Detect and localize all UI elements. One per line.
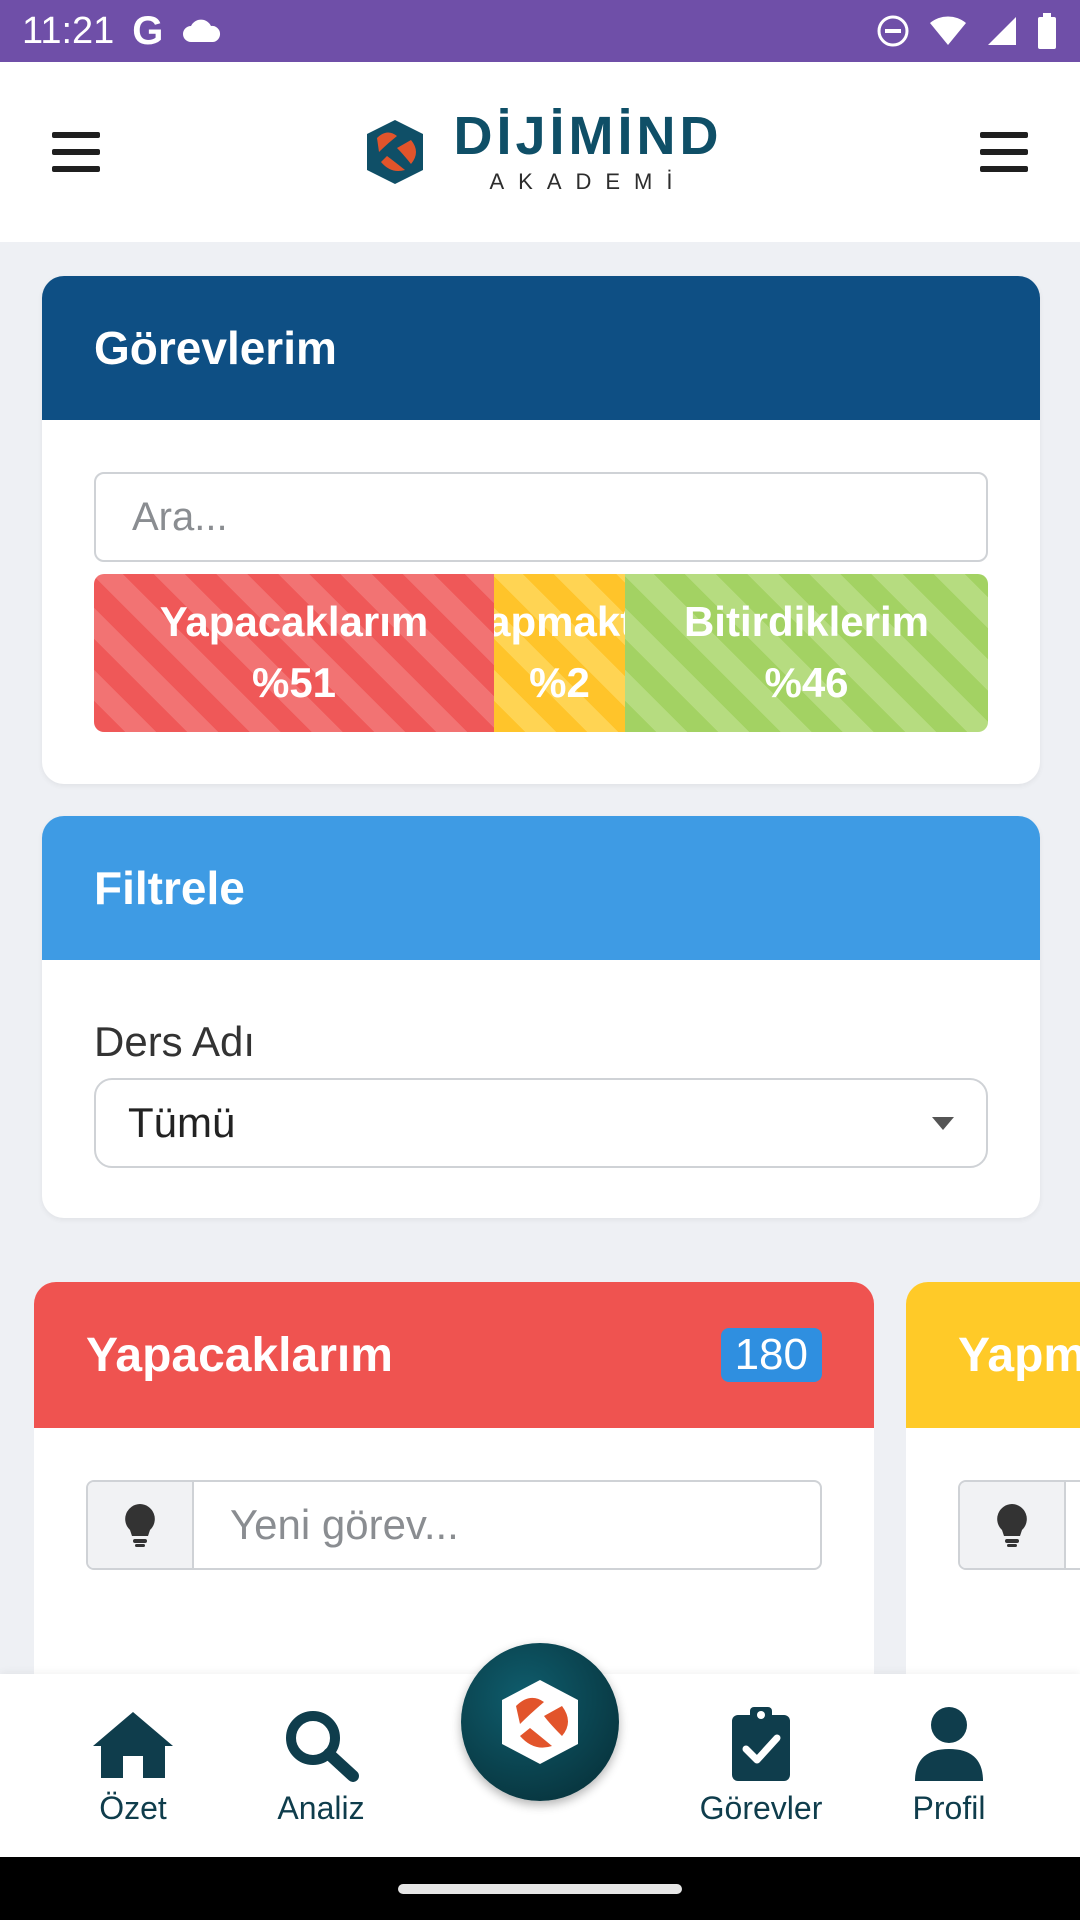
segment-percent: %51 — [251, 659, 337, 706]
nav-item-summary[interactable]: Özet — [53, 1704, 213, 1827]
tasks-card-title: Görevlerim — [42, 276, 1040, 420]
progress-segment-todo[interactable]: Yapacaklarım %51 — [94, 574, 494, 732]
segment-percent: %2 — [529, 659, 590, 706]
nav-label: Görevler — [699, 1790, 823, 1826]
home-fab-button[interactable] — [461, 1643, 619, 1801]
todo-column-header: Yapacaklarım 180 — [34, 1282, 874, 1428]
home-gesture-pill[interactable] — [398, 1884, 682, 1894]
hamburger-icon — [52, 132, 100, 138]
new-task-field: Yeni görev... — [86, 1480, 822, 1570]
dijimind-logo-icon — [367, 120, 424, 184]
search-input[interactable] — [94, 472, 988, 562]
status-bar: 11:21 G — [0, 0, 1080, 62]
lightbulb-icon — [960, 1482, 1066, 1568]
progress-segment-done[interactable]: Bitirdiklerim %46 — [625, 574, 988, 732]
tasks-card: Görevlerim Yapacaklarım %51 Yapmakta %2 … — [42, 276, 1040, 784]
nav-item-analysis[interactable]: Analiz — [241, 1704, 401, 1827]
nav-item-profile[interactable]: Profil — [869, 1704, 1029, 1827]
doing-column-header: Yapmakta — [906, 1282, 1080, 1428]
new-task-input[interactable] — [1066, 1482, 1080, 1568]
doing-column-title: Yapmakta — [958, 1328, 1080, 1382]
battery-icon — [1038, 13, 1056, 49]
clipboard-check-icon — [716, 1704, 806, 1784]
dnd-icon — [877, 15, 909, 47]
home-icon — [88, 1704, 178, 1784]
right-menu-button[interactable] — [979, 132, 1028, 172]
user-icon — [904, 1704, 994, 1784]
new-task-input[interactable]: Yeni görev... — [194, 1482, 820, 1568]
brand-logo: DİJİMİND AKADEMİ — [357, 109, 722, 195]
cloud-icon — [183, 19, 221, 42]
course-select-value: Tümü — [128, 1099, 236, 1146]
todo-column-title: Yapacaklarım — [86, 1328, 393, 1382]
wifi-icon — [930, 16, 966, 45]
dropdown-arrow-icon — [932, 1116, 954, 1130]
app-screen: 11:21 G DİJİMİND AKADEMİ Görevlerim Ara.… — [0, 0, 1080, 1920]
nav-label: Özet — [99, 1790, 167, 1826]
segment-label: Yapmakta — [494, 598, 625, 646]
segment-label: Bitirdiklerim — [683, 598, 930, 646]
system-nav-bar — [0, 1857, 1080, 1920]
left-menu-button[interactable] — [52, 132, 100, 172]
lightbulb-icon — [88, 1482, 194, 1568]
app-bar: DİJİMİND AKADEMİ — [0, 62, 1080, 242]
hamburger-icon — [979, 132, 1028, 138]
progress-segment-doing[interactable]: Yapmakta %2 — [494, 574, 625, 732]
filter-card: Filtrele Ders Adı Tümü — [42, 816, 1040, 1218]
course-select[interactable]: Tümü — [94, 1078, 988, 1168]
task-progress-bar: Yapacaklarım %51 Yapmakta %2 Bitirdikler… — [94, 574, 988, 732]
google-icon: G — [132, 8, 164, 53]
new-task-field — [958, 1480, 1080, 1570]
brand-subtitle: AKADEMİ — [489, 169, 687, 194]
course-name-label: Ders Adı — [94, 1018, 256, 1065]
nav-item-tasks[interactable]: Görevler — [681, 1704, 841, 1827]
search-icon — [276, 1704, 366, 1784]
signal-icon — [988, 17, 1016, 45]
brand-name: DİJİMİND — [453, 106, 723, 166]
status-time: 11:21 — [22, 9, 115, 52]
segment-percent: %46 — [764, 659, 849, 706]
todo-count-badge: 180 — [720, 1328, 822, 1382]
filter-card-title: Filtrele — [42, 816, 1040, 960]
segment-label: Yapacaklarım — [159, 598, 429, 646]
nav-label: Analiz — [277, 1790, 365, 1826]
dijimind-logo-icon — [502, 1680, 578, 1764]
nav-label: Profil — [912, 1790, 986, 1826]
